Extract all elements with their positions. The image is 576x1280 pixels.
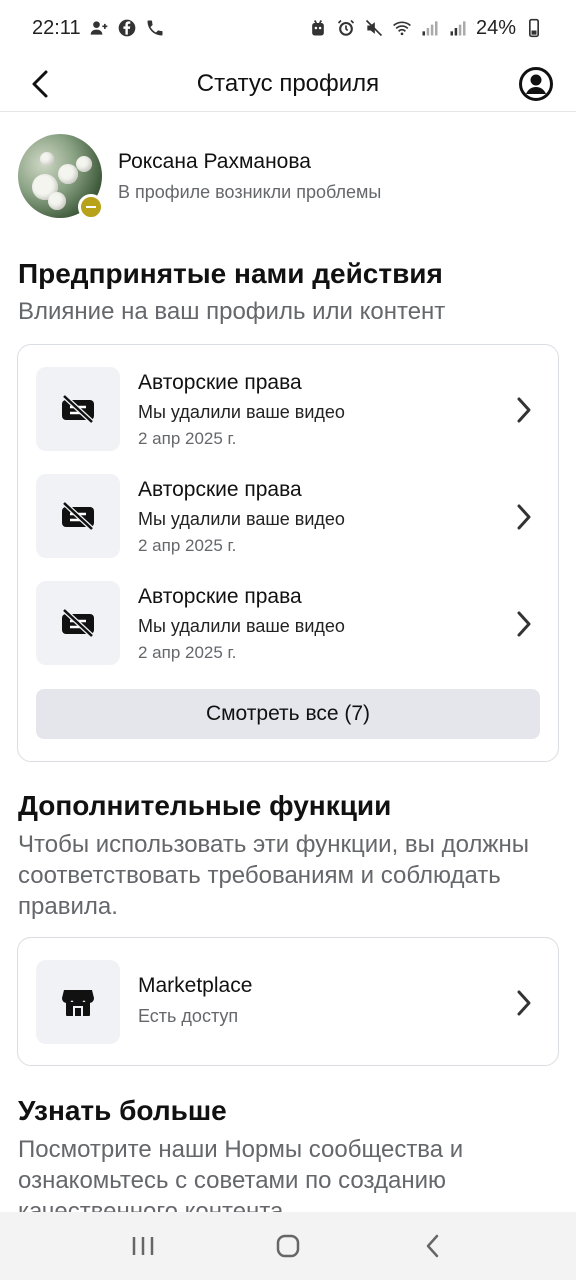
feature-item-status: Есть доступ bbox=[138, 1006, 239, 1026]
action-item-description: Мы удалили ваше видео bbox=[138, 402, 345, 422]
video-removed-icon bbox=[62, 501, 94, 531]
action-item[interactable]: Авторские права Мы удалили ваше видео 2 … bbox=[36, 367, 540, 453]
video-removed-icon bbox=[62, 394, 94, 424]
video-removed-icon bbox=[62, 608, 94, 638]
chevron-right-icon bbox=[512, 502, 536, 532]
action-item-date: 2 апр 2025 г. bbox=[138, 536, 237, 555]
see-all-button[interactable]: Смотреть все (7) bbox=[36, 689, 540, 739]
actions-section-subtitle: Влияние на ваш профиль или контент bbox=[18, 298, 446, 325]
profile-name: Роксана Рахманова bbox=[118, 150, 311, 173]
account-button[interactable] bbox=[516, 64, 556, 104]
clock: 22:11 bbox=[32, 16, 81, 39]
signal-icon-2 bbox=[448, 18, 468, 38]
profile-status: В профиле возникли проблемы bbox=[118, 182, 382, 202]
action-item-description: Мы удалили ваше видео bbox=[138, 509, 345, 529]
lock-app-icon bbox=[308, 18, 328, 38]
action-item-tile bbox=[36, 581, 120, 665]
feature-item-title: Marketplace bbox=[138, 974, 253, 997]
chevron-right-icon bbox=[512, 609, 536, 639]
action-item-tile bbox=[36, 367, 120, 451]
features-card: Marketplace Есть доступ bbox=[17, 937, 559, 1066]
home-icon bbox=[276, 1234, 300, 1258]
status-bar: 22:11 24% bbox=[0, 0, 576, 56]
features-section-description: Чтобы использовать эти функции, вы должн… bbox=[18, 831, 529, 920]
action-item-date: 2 апр 2025 г. bbox=[138, 429, 237, 448]
battery-percent: 24% bbox=[475, 16, 516, 39]
page-title: Статус профиля bbox=[196, 69, 380, 97]
marketplace-shop-icon bbox=[62, 990, 94, 1016]
back-arrow-icon bbox=[32, 70, 48, 98]
action-item-date: 2 апр 2025 г. bbox=[138, 643, 237, 662]
chevron-right-icon bbox=[512, 988, 536, 1018]
warning-status-badge bbox=[78, 194, 104, 220]
facebook-icon bbox=[117, 18, 137, 38]
back-button[interactable] bbox=[22, 66, 58, 102]
add-contact-icon bbox=[89, 18, 109, 38]
account-icon bbox=[519, 67, 553, 101]
learn-section-title: Узнать больше bbox=[18, 1095, 227, 1126]
status-bar-right: 24% bbox=[308, 17, 544, 40]
action-item-title: Авторские права bbox=[138, 371, 302, 394]
action-item[interactable]: Авторские права Мы удалили ваше видео 2 … bbox=[36, 474, 540, 560]
phone-icon bbox=[145, 18, 165, 38]
system-back-button[interactable] bbox=[411, 1224, 455, 1268]
system-navigation-bar bbox=[0, 1212, 576, 1280]
recent-apps-icon bbox=[132, 1237, 153, 1255]
chevron-right-icon bbox=[512, 395, 536, 425]
alarm-icon bbox=[336, 18, 356, 38]
wifi-icon bbox=[392, 18, 412, 38]
features-section-title: Дополнительные функции bbox=[18, 790, 392, 821]
home-button[interactable] bbox=[266, 1224, 310, 1268]
action-item-title: Авторские права bbox=[138, 478, 302, 501]
mute-icon bbox=[364, 18, 384, 38]
profile-summary[interactable]: Роксана Рахманова В профиле возникли про… bbox=[18, 134, 558, 224]
screen: 22:11 24% Статус профиля Роксана Рахмано… bbox=[0, 0, 576, 1280]
action-item-title: Авторские права bbox=[138, 585, 302, 608]
app-header: Статус профиля bbox=[0, 56, 576, 112]
back-chevron-icon bbox=[427, 1234, 439, 1258]
action-item-description: Мы удалили ваше видео bbox=[138, 616, 345, 636]
action-item-tile bbox=[36, 474, 120, 558]
action-item[interactable]: Авторские права Мы удалили ваше видео 2 … bbox=[36, 581, 540, 667]
status-bar-left: 22:11 bbox=[32, 17, 165, 40]
feature-item-tile bbox=[36, 960, 120, 1044]
recent-apps-button[interactable] bbox=[121, 1224, 165, 1268]
actions-section-title: Предпринятые нами действия bbox=[18, 258, 443, 289]
signal-icon-1 bbox=[420, 18, 440, 38]
feature-item-marketplace[interactable]: Marketplace Есть доступ bbox=[36, 960, 540, 1046]
actions-card: Авторские права Мы удалили ваше видео 2 … bbox=[17, 344, 559, 762]
battery-icon bbox=[524, 18, 544, 38]
